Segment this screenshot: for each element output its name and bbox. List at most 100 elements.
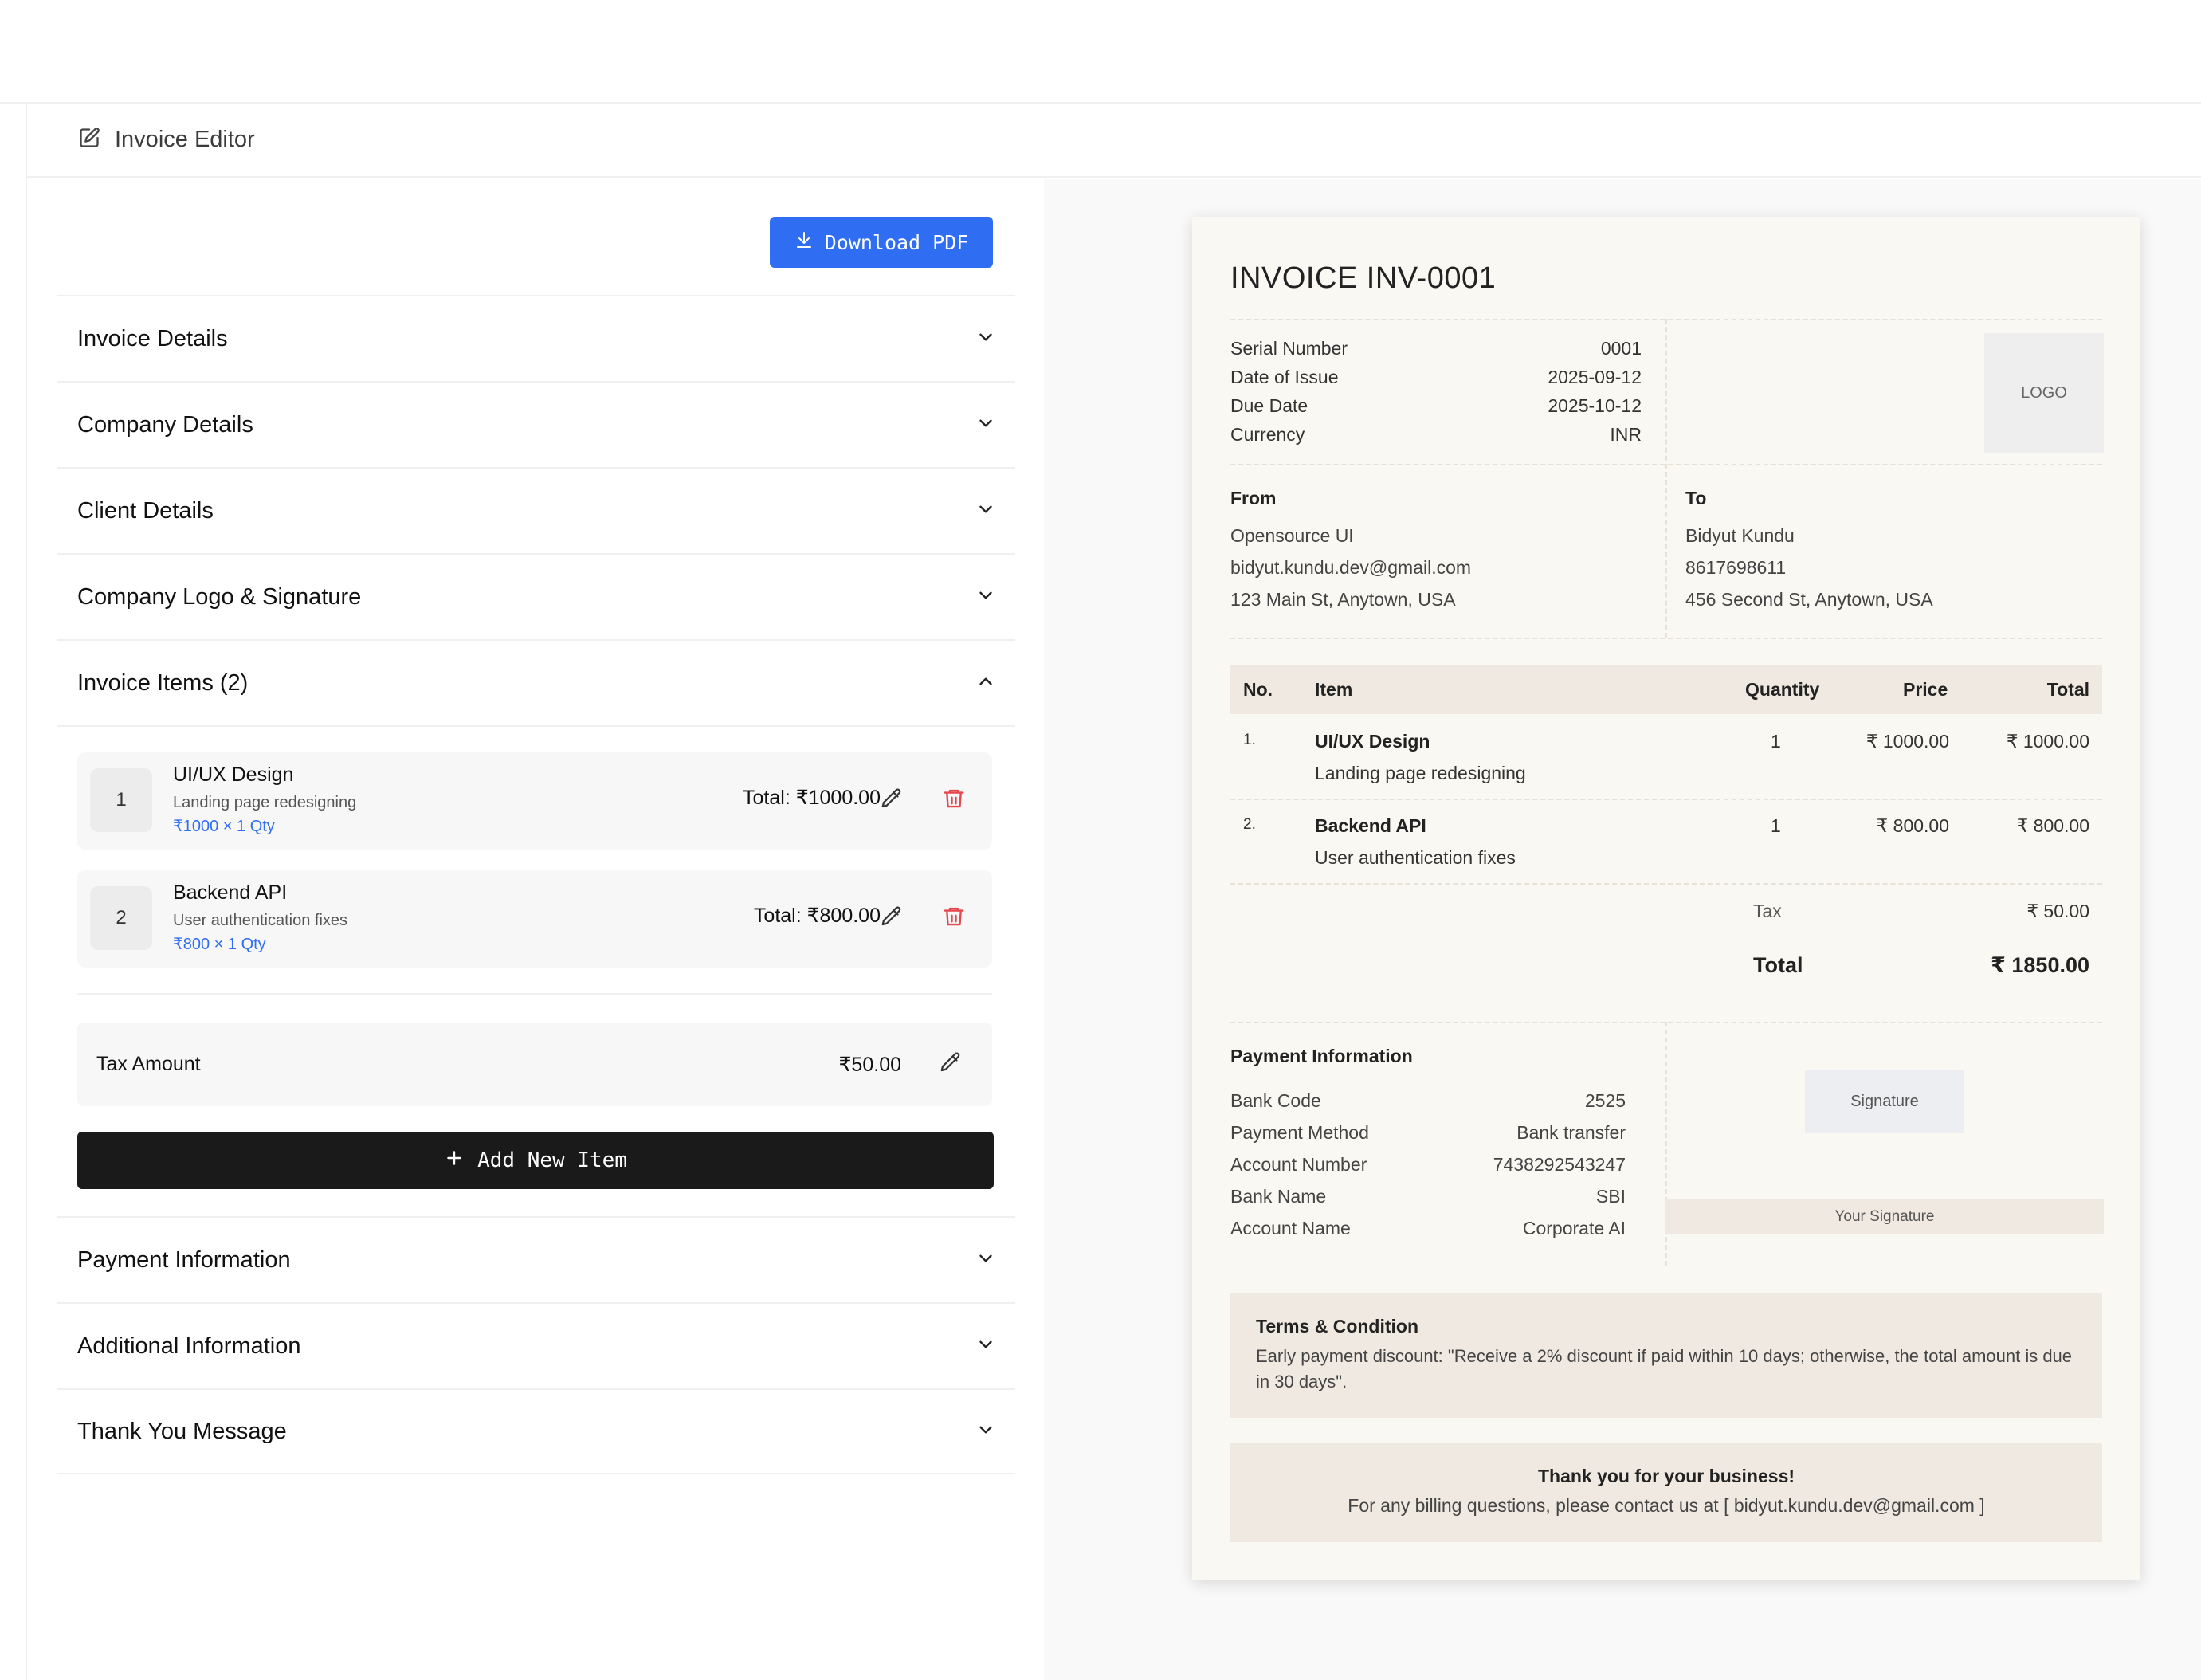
to-heading: To [1685, 488, 1707, 508]
payment-row: Account Name Corporate AI [1230, 1218, 1626, 1239]
add-new-item-button[interactable]: Add New Item [77, 1132, 994, 1189]
editor-header: Invoice Editor [27, 104, 2201, 178]
section-label: Payment Information [77, 1246, 291, 1273]
chevron-down-icon [975, 1248, 996, 1273]
section-label: Company Details [77, 411, 253, 438]
download-icon [794, 230, 814, 254]
to-phone: 8617698611 [1685, 557, 1787, 578]
meta-value: 0001 [1600, 338, 1642, 359]
divider [1230, 883, 2102, 885]
section-label: Additional Information [77, 1333, 301, 1359]
row-price: ₹ 1000.00 [1866, 731, 1949, 752]
chevron-down-icon [975, 327, 996, 351]
thank-you-box: Thank you for your business! For any bil… [1230, 1443, 2102, 1542]
payment-row: Bank Code 2525 [1230, 1090, 1626, 1112]
item-calculation: ₹800 × 1 Qty [173, 936, 266, 953]
payment-value: 2525 [1584, 1090, 1626, 1111]
grand-total-label: Total [1753, 953, 1803, 977]
section-company-details[interactable]: Company Details [57, 381, 1015, 467]
item-calculation: ₹1000 × 1 Qty [173, 818, 275, 835]
column-header-total: Total [2046, 679, 2089, 700]
delete-item-button[interactable] [938, 784, 970, 816]
edit-item-button[interactable] [876, 784, 908, 816]
section-label: Invoice Items (2) [77, 669, 249, 696]
row-item-name: UI/UX Design [1315, 731, 1430, 752]
delete-item-button[interactable] [938, 902, 970, 934]
pencil-icon [939, 1050, 963, 1078]
section-client-details[interactable]: Client Details [57, 467, 1015, 553]
meta-row: Due Date 2025-10-12 [1230, 395, 1642, 417]
section-payment-information[interactable]: Payment Information [57, 1216, 1015, 1302]
row-item-desc: Landing page redesigning [1315, 763, 1526, 783]
divider [1230, 799, 2102, 800]
row-number: 2. [1243, 816, 1256, 833]
meta-row: Currency INR [1230, 424, 1642, 446]
to-address: 456 Second St, Anytown, USA [1685, 589, 1933, 610]
section-logo-signature[interactable]: Company Logo & Signature [57, 553, 1015, 639]
payment-row: Account Number 7438292543247 [1230, 1154, 1626, 1176]
pencil-icon [880, 905, 904, 932]
invoice-item-card: 1 UI/UX Design Landing page redesigning … [77, 752, 992, 850]
from-email: bidyut.kundu.dev@gmail.com [1230, 557, 1472, 578]
row-total: ₹ 800.00 [2016, 815, 2089, 836]
from-heading: From [1230, 488, 1277, 508]
download-pdf-button[interactable]: Download PDF [770, 217, 993, 268]
section-invoice-details[interactable]: Invoice Details [57, 295, 1015, 381]
invoice-item-card: 2 Backend API User authentication fixes … [77, 870, 992, 968]
signature-caption: Your Signature [1665, 1199, 2104, 1234]
thank-you-heading: Thank you for your business! [1537, 1466, 1795, 1486]
tax-label: Tax [1753, 901, 1782, 921]
edit-icon [78, 127, 100, 153]
from-name: Opensource UI [1230, 525, 1354, 546]
edit-item-button[interactable] [876, 902, 908, 934]
column-header-no: No. [1243, 679, 1273, 700]
item-description: User authentication fixes [173, 912, 348, 929]
row-total: ₹ 1000.00 [2006, 731, 2089, 752]
grand-total-value: ₹ 1850.00 [1991, 953, 2089, 977]
chevron-up-icon [975, 671, 996, 696]
plus-icon [444, 1148, 465, 1174]
tax-value: ₹ 50.00 [2026, 901, 2089, 921]
add-new-item-label: Add New Item [477, 1148, 627, 1172]
row-number: 1. [1243, 732, 1256, 748]
divider [77, 993, 992, 995]
payment-key: Bank Code [1230, 1090, 1321, 1111]
meta-key: Serial Number [1230, 338, 1348, 359]
payment-key: Account Name [1230, 1218, 1351, 1238]
invoice-preview: INVOICE INV-0001 Serial Number 0001 Date… [1192, 217, 2140, 1580]
section-invoice-items[interactable]: Invoice Items (2) [57, 639, 1015, 725]
row-item-desc: User authentication fixes [1315, 847, 1516, 868]
chevron-down-icon [975, 585, 996, 610]
invoice-title: INVOICE INV-0001 [1230, 261, 1497, 295]
thank-you-text: For any billing questions, please contac… [1348, 1495, 1985, 1516]
column-header-quantity: Quantity [1745, 679, 1820, 700]
section-label: Thank You Message [77, 1418, 287, 1444]
payment-row: Payment Method Bank transfer [1230, 1122, 1626, 1144]
row-item-name: Backend API [1315, 815, 1426, 836]
tax-value: ₹50.00 [838, 1054, 901, 1076]
payment-key: Account Number [1230, 1154, 1367, 1175]
payment-key: Payment Method [1230, 1122, 1369, 1143]
payment-value: SBI [1595, 1186, 1626, 1207]
meta-value: 2025-10-12 [1548, 395, 1642, 416]
signature-placeholder: Signature [1805, 1070, 1964, 1133]
from-address: 123 Main St, Anytown, USA [1230, 589, 1456, 610]
section-thank-you-message[interactable]: Thank You Message [57, 1388, 1015, 1474]
meta-value: 2025-09-12 [1548, 367, 1642, 387]
payment-value: Corporate AI [1522, 1218, 1626, 1238]
payment-value: Bank transfer [1516, 1122, 1626, 1143]
edit-tax-button[interactable] [935, 1048, 967, 1080]
terms-box: Terms & Condition Early payment discount… [1230, 1293, 2102, 1418]
section-label: Client Details [77, 497, 214, 524]
section-additional-information[interactable]: Additional Information [57, 1302, 1015, 1388]
chevron-down-icon [975, 1419, 996, 1444]
row-quantity: 1 [1771, 731, 1781, 752]
trash-icon [942, 787, 966, 814]
pencil-icon [880, 787, 904, 814]
row-price: ₹ 800.00 [1876, 815, 1949, 836]
meta-key: Date of Issue [1230, 367, 1339, 387]
page-title: Invoice Editor [115, 127, 255, 152]
payment-row: Bank Name SBI [1230, 1186, 1626, 1207]
section-label: Company Logo & Signature [77, 583, 362, 610]
item-name: UI/UX Design [173, 763, 294, 786]
